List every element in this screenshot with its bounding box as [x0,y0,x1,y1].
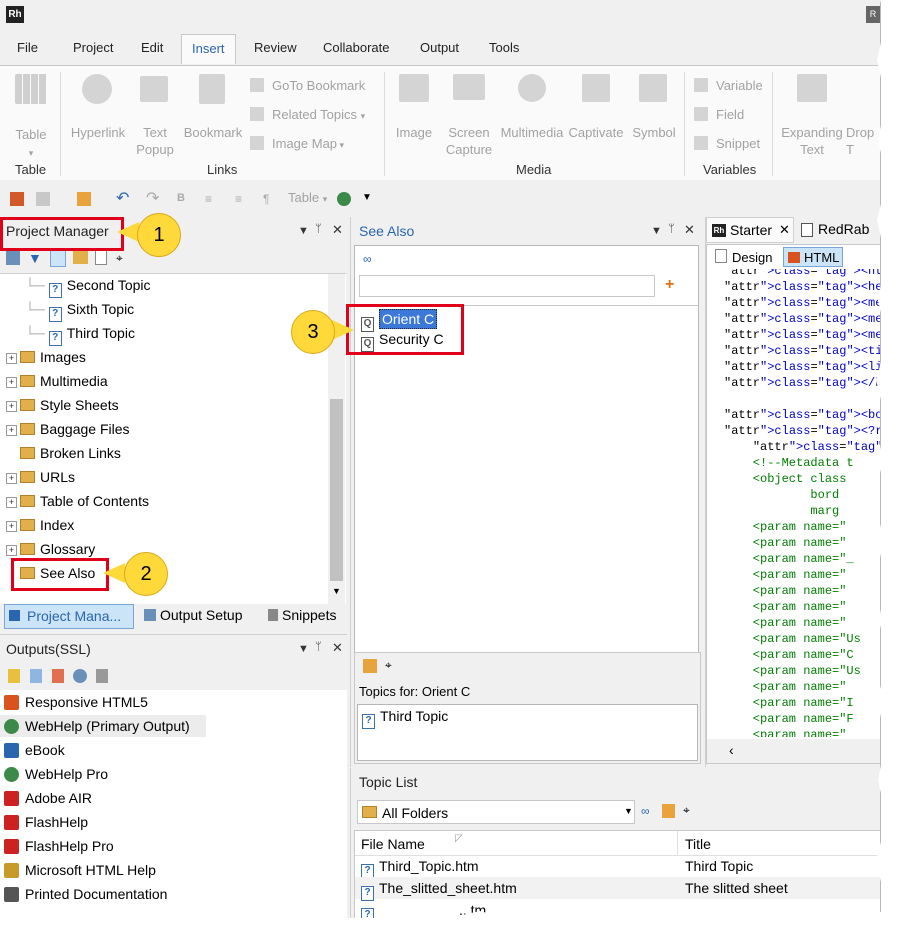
torn-edge-frame [0,0,902,939]
